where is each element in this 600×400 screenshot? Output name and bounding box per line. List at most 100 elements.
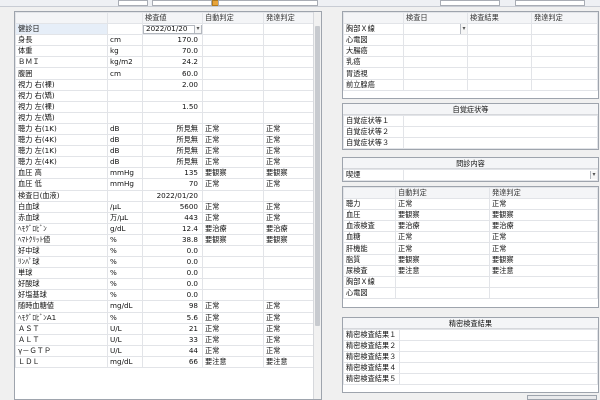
doctor-judgement[interactable]: 要観察 (489, 253, 598, 266)
value[interactable] (142, 111, 203, 124)
auto-judgement[interactable] (202, 111, 264, 124)
auto-judgement[interactable]: 正常 (202, 300, 264, 313)
chevron-down-icon[interactable]: ▾ (590, 171, 597, 180)
value[interactable]: 98 (142, 300, 203, 313)
value[interactable]: 24.2 (142, 56, 203, 69)
value[interactable]: 2.00 (142, 78, 203, 91)
doctor-judgement[interactable]: 正常 (489, 242, 598, 255)
auto-judgement[interactable]: 要治療 (202, 222, 264, 235)
doctor-judgement[interactable] (263, 256, 316, 269)
value[interactable]: 60.0 (142, 67, 203, 80)
doctor-judgement[interactable]: 正常 (263, 200, 316, 213)
top-field-2[interactable] (152, 0, 212, 6)
exam-cell[interactable] (403, 67, 468, 80)
value[interactable]: 33 (142, 333, 203, 346)
auto-judgement[interactable] (202, 278, 264, 291)
detail-exam-input[interactable] (399, 351, 598, 364)
value[interactable]: 0.0 (142, 289, 203, 302)
auto-judgement[interactable]: 正常 (202, 156, 264, 169)
value[interactable] (142, 89, 203, 102)
value[interactable]: 5.6 (142, 311, 203, 324)
value[interactable]: 2022/01/20 (142, 189, 203, 202)
exam-cell[interactable] (467, 56, 532, 69)
auto-judgement[interactable] (202, 56, 264, 69)
exam-cell[interactable] (531, 23, 598, 36)
doctor-judgement[interactable] (263, 34, 316, 47)
doctor-judgement[interactable]: 要治療 (489, 220, 598, 233)
exam-cell[interactable] (531, 56, 598, 69)
doctor-judgement[interactable]: 正常 (263, 178, 316, 191)
auto-judgement[interactable]: 要観察 (202, 233, 264, 246)
value[interactable]: 12.4 (142, 222, 203, 235)
detail-exam-input[interactable] (399, 328, 598, 342)
auto-judgement[interactable] (202, 189, 264, 202)
doctor-judgement[interactable] (263, 100, 316, 113)
auto-judgement[interactable]: 正常 (202, 122, 264, 136)
auto-judgement[interactable] (202, 267, 264, 280)
auto-judgement[interactable]: 要注意 (395, 264, 490, 277)
auto-judgement[interactable]: 正常 (202, 134, 264, 147)
value[interactable]: 5600 (142, 200, 203, 213)
symptom-input[interactable] (403, 126, 598, 139)
chevron-down-icon[interactable]: ▾ (460, 24, 467, 34)
auto-judgement[interactable] (395, 286, 490, 299)
doctor-judgement[interactable]: 要注意 (489, 264, 598, 277)
auto-judgement[interactable]: 正常 (395, 198, 490, 211)
exam-date-select[interactable]: 2022/01/20 ▾ (143, 25, 202, 34)
exam-cell[interactable]: ▾ (403, 23, 468, 36)
value[interactable]: 0.0 (142, 256, 203, 269)
auto-judgement[interactable]: 正常 (202, 311, 264, 324)
doctor-judgement[interactable] (263, 45, 316, 58)
value[interactable]: 443 (142, 211, 203, 224)
exam-cell[interactable] (467, 78, 532, 91)
exam-date-cell[interactable]: 2022/01/20 ▾ (142, 23, 203, 36)
value[interactable]: 所見無 (142, 156, 203, 169)
value[interactable]: 所見無 (142, 134, 203, 147)
top-field-3[interactable] (218, 0, 318, 6)
symptom-input[interactable] (403, 137, 598, 150)
doctor-judgement[interactable] (489, 275, 598, 288)
doctor-judgement[interactable]: 要治療 (263, 222, 316, 235)
auto-judgement[interactable] (395, 275, 490, 288)
doctor-judgement[interactable]: 要観察 (489, 209, 598, 222)
exam-cell[interactable] (403, 78, 468, 91)
doctor-judgement[interactable] (263, 89, 316, 102)
auto-judgement[interactable]: 正常 (395, 242, 490, 255)
doctor-judgement[interactable]: 正常 (263, 300, 316, 313)
auto-judgement[interactable] (202, 89, 264, 102)
value[interactable]: 70 (142, 178, 203, 191)
exam-cell[interactable] (531, 67, 598, 80)
doctor-judgement[interactable] (263, 56, 316, 69)
value[interactable]: 所見無 (142, 122, 203, 136)
chevron-down-icon[interactable]: ▾ (194, 25, 201, 34)
exam-cell[interactable] (403, 34, 468, 47)
doctor-judgement[interactable]: 正常 (263, 344, 316, 357)
doctor-judgement[interactable]: 要注意 (263, 355, 316, 369)
doctor-judgement[interactable]: 正常 (263, 122, 316, 136)
detail-exam-input[interactable] (399, 340, 598, 353)
auto-judgement[interactable] (202, 244, 264, 258)
auto-judgement[interactable]: 正常 (395, 231, 490, 244)
auto-judgement[interactable] (202, 256, 264, 269)
auto-judgement[interactable] (202, 78, 264, 91)
detail-exam-input[interactable] (399, 373, 598, 386)
auto-judgement[interactable]: 正常 (202, 211, 264, 224)
doctor-judgement[interactable]: 正常 (263, 156, 316, 169)
value[interactable]: 1.50 (142, 100, 203, 113)
auto-judgement[interactable]: 正常 (202, 145, 264, 158)
value[interactable]: 44 (142, 344, 203, 357)
doctor-judgement[interactable] (263, 67, 316, 80)
auto-judgement[interactable]: 正常 (202, 178, 264, 191)
exam-cell[interactable] (403, 56, 468, 69)
value[interactable]: 0.0 (142, 267, 203, 280)
value[interactable]: 170.0 (142, 34, 203, 47)
main-table-scrollbar[interactable] (313, 12, 321, 399)
detail-exam-input[interactable] (399, 362, 598, 375)
auto-judgement[interactable]: 要観察 (202, 167, 264, 180)
doctor-judgement[interactable]: 正常 (263, 145, 316, 158)
auto-judgement[interactable]: 正常 (202, 322, 264, 335)
doctor-judgement[interactable]: 要観察 (263, 233, 316, 246)
bottom-button[interactable] (527, 395, 597, 400)
value[interactable]: 38.8 (142, 233, 203, 246)
value[interactable]: 0.0 (142, 278, 203, 291)
